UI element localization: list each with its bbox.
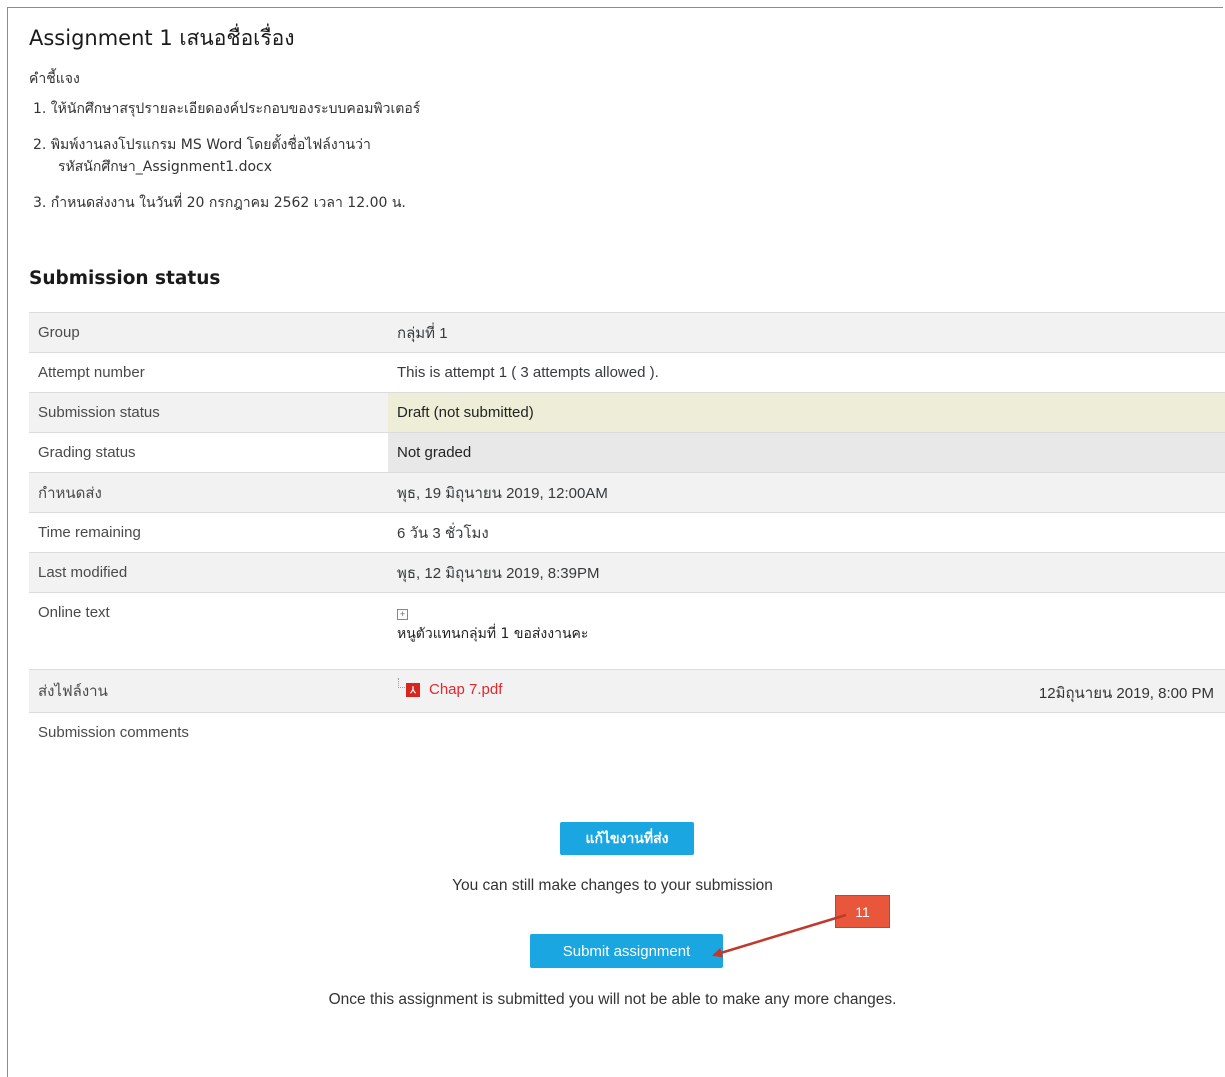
- table-row-last-modified: Last modified พุธ, 12 มิถุนายน 2019, 8:3…: [29, 552, 1225, 593]
- edit-submission-button[interactable]: แก้ไขงานที่ส่ง: [560, 822, 694, 855]
- table-row-group: Group กลุ่มที่ 1: [29, 312, 1225, 353]
- file-date: 12มิถุนายน 2019, 8:00 PM: [1038, 685, 1214, 702]
- row-value: กลุ่มที่ 1: [388, 312, 1225, 353]
- row-value: 6 วัน 3 ชั่วโมง: [388, 512, 1225, 553]
- row-label: Online text: [29, 592, 388, 670]
- instruction-item-2-continued: รหัสนักศึกษา_Assignment1.docx: [58, 159, 273, 175]
- table-row-submission-status: Submission status Draft (not submitted): [29, 392, 1225, 433]
- submission-status-table: Group กลุ่มที่ 1 Attempt number This is …: [29, 312, 1225, 753]
- online-text-value: หนูตัวแทนกลุ่มที่ 1 ขอส่งงานคะ: [397, 626, 589, 642]
- table-row-due-date: กำหนดส่ง พุธ, 19 มิถุนายน 2019, 12:00AM: [29, 472, 1225, 513]
- edit-note: You can still make changes to your submi…: [452, 877, 773, 894]
- submission-status-heading: Submission status: [29, 268, 221, 289]
- table-row-time-remaining: Time remaining 6 วัน 3 ชั่วโมง: [29, 512, 1225, 553]
- row-label: Group: [29, 312, 388, 353]
- row-label: Grading status: [29, 432, 388, 473]
- file-link[interactable]: Chap 7.pdf: [429, 681, 502, 698]
- row-value: พุธ, 12 มิถุนายน 2019, 8:39PM: [388, 552, 1225, 593]
- table-row-online-text: Online text + หนูตัวแทนกลุ่มที่ 1 ขอส่งง…: [29, 592, 1225, 670]
- instruction-item-1: 1. ให้นักศึกษาสรุปรายละเอียดองค์ประกอบขอ…: [33, 101, 421, 117]
- submit-note: Once this assignment is submitted you wi…: [328, 991, 897, 1008]
- row-label[interactable]: Submission comments: [29, 712, 388, 753]
- row-value: [388, 712, 1225, 753]
- expand-plus-icon[interactable]: +: [397, 609, 408, 620]
- table-row-file-submission: ส่งไฟล์งาน ⅄ Chap 7.pdf 12มิถุนายน 2019,…: [29, 669, 1225, 713]
- row-label: Submission status: [29, 392, 388, 433]
- assignment-title: Assignment 1 เสนอชื่อเรื่อง: [29, 26, 295, 50]
- instruction-item-3: 3. กำหนดส่งงาน ในวันที่ 20 กรกฎาคม 2562 …: [33, 195, 406, 211]
- table-row-grading-status: Grading status Not graded: [29, 432, 1225, 473]
- step-callout-badge: 11: [835, 895, 890, 928]
- instruction-item-2: 2. พิมพ์งานลงโปรแกรม MS Word โดยตั้งชื่อ…: [33, 137, 371, 153]
- row-label: ส่งไฟล์งาน: [29, 669, 388, 713]
- row-label: กำหนดส่ง: [29, 472, 388, 513]
- row-value: พุธ, 19 มิถุนายน 2019, 12:00AM: [388, 472, 1225, 513]
- row-label: Attempt number: [29, 352, 388, 393]
- submit-assignment-button[interactable]: Submit assignment: [530, 934, 723, 968]
- tree-connector: [398, 678, 405, 688]
- table-row-submission-comments: Submission comments: [29, 712, 1225, 753]
- file-cell: ⅄ Chap 7.pdf 12มิถุนายน 2019, 8:00 PM: [388, 669, 1225, 713]
- instructions-label: คำชี้แจง: [29, 71, 80, 87]
- row-label: Time remaining: [29, 512, 388, 553]
- table-row-attempt: Attempt number This is attempt 1 ( 3 att…: [29, 352, 1225, 393]
- grading-status-value: Not graded: [388, 432, 1225, 473]
- pdf-file-icon: ⅄: [406, 683, 420, 697]
- online-text-cell: + หนูตัวแทนกลุ่มที่ 1 ขอส่งงานคะ: [388, 592, 1225, 670]
- submission-status-value: Draft (not submitted): [388, 392, 1225, 433]
- row-value: This is attempt 1 ( 3 attempts allowed )…: [388, 352, 1225, 393]
- row-label: Last modified: [29, 552, 388, 593]
